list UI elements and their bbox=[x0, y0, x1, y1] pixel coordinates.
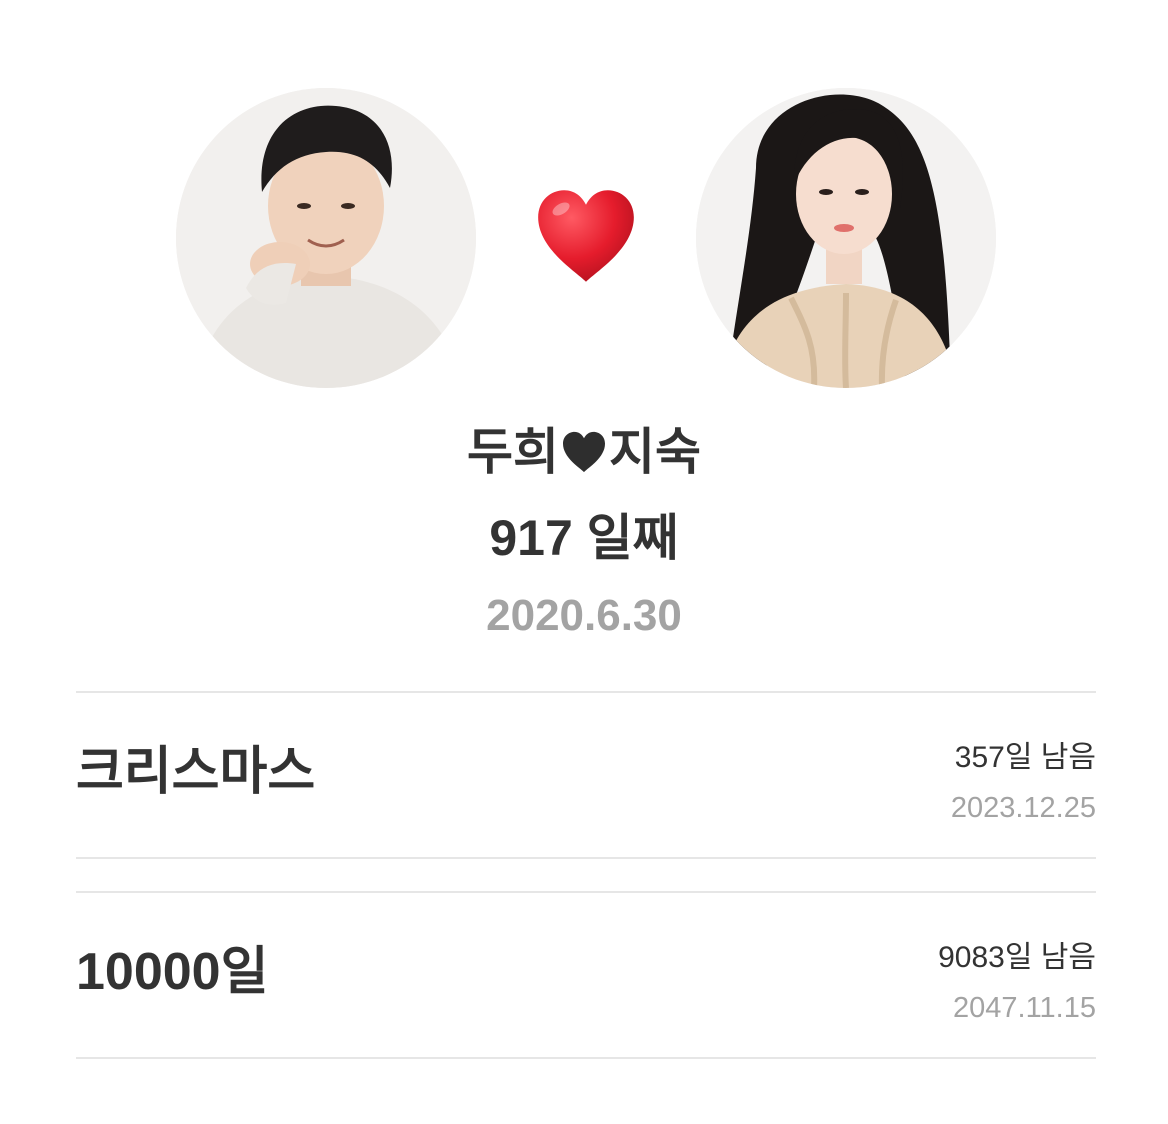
event-days-remaining: 357일 남음 bbox=[954, 741, 1096, 774]
black-heart-icon bbox=[561, 431, 607, 473]
divider bbox=[76, 691, 1096, 693]
couple-name: 두희 지숙 bbox=[0, 420, 1168, 484]
avatar-right[interactable] bbox=[696, 88, 996, 388]
male-partner-photo bbox=[176, 88, 476, 388]
event-title: 크리스마스 bbox=[76, 743, 316, 801]
divider bbox=[76, 1057, 1096, 1059]
event-date: 2023.12.25 bbox=[950, 792, 1096, 824]
event-days-remaining: 9083일 남음 bbox=[938, 941, 1096, 974]
avatar-left[interactable] bbox=[176, 88, 476, 388]
event-date: 2047.11.15 bbox=[953, 992, 1096, 1024]
partner-right-name: 지숙 bbox=[609, 424, 701, 480]
divider bbox=[76, 891, 1096, 893]
event-row-10000-days[interactable]: 10000일 9083일 남음 2047.11.15 bbox=[76, 902, 1096, 1042]
event-title: 10000일 bbox=[76, 943, 269, 1001]
start-date: 2020.6.30 bbox=[486, 591, 682, 640]
divider bbox=[76, 857, 1096, 859]
day-count: 917 일째 bbox=[489, 510, 679, 566]
red-heart-icon bbox=[534, 186, 638, 286]
partner-left-name: 두희 bbox=[467, 424, 559, 480]
female-partner-photo bbox=[696, 88, 996, 388]
event-row-christmas[interactable]: 크리스마스 357일 남음 2023.12.25 bbox=[76, 702, 1096, 842]
